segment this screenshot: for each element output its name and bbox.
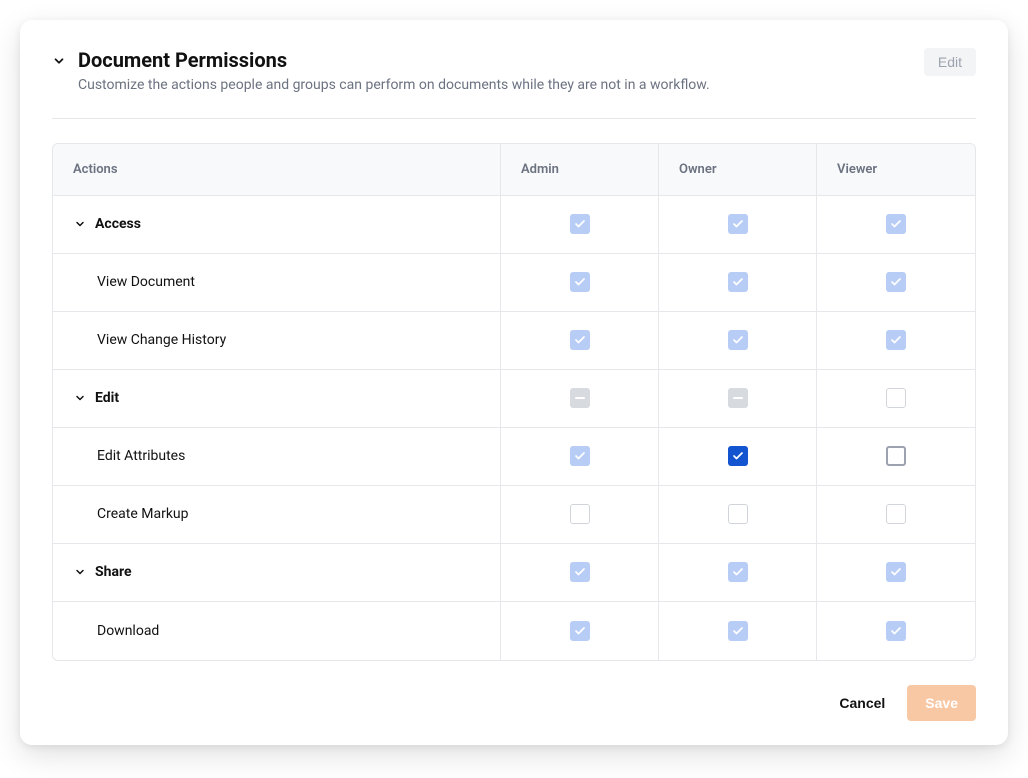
permission-label: View Change History	[53, 312, 501, 369]
checkbox-admin-share[interactable]	[570, 562, 590, 582]
group-row-edit: Edit	[53, 370, 975, 428]
cell-role	[501, 602, 659, 660]
cell-role	[817, 312, 975, 369]
cell-role	[659, 602, 817, 660]
group-label: Share	[53, 544, 501, 601]
cell-role	[659, 544, 817, 601]
checkbox-viewer-download[interactable]	[886, 621, 906, 641]
checkbox-owner-view-document[interactable]	[728, 272, 748, 292]
permission-row-view-change-history: View Change History	[53, 312, 975, 370]
group-label: Access	[53, 196, 501, 253]
cell-role	[817, 370, 975, 427]
cell-role	[659, 196, 817, 253]
permission-label: Create Markup	[53, 486, 501, 543]
column-header-actions: Actions	[53, 144, 501, 195]
permission-row-download: Download	[53, 602, 975, 660]
permission-row-create-markup: Create Markup	[53, 486, 975, 544]
edit-button[interactable]: Edit	[924, 48, 976, 76]
permissions-panel: Document Permissions Customize the actio…	[20, 20, 1008, 745]
cell-role	[817, 544, 975, 601]
permissions-table: Actions Admin Owner Viewer Access View Do…	[52, 143, 976, 661]
cell-role	[659, 370, 817, 427]
checkbox-owner-download[interactable]	[728, 621, 748, 641]
permission-label: Download	[53, 602, 501, 660]
cell-role	[817, 254, 975, 311]
checkbox-admin-download[interactable]	[570, 621, 590, 641]
group-label-text: Share	[95, 564, 132, 580]
chevron-down-icon[interactable]	[73, 217, 87, 231]
page-subtitle: Customize the actions people and groups …	[78, 76, 710, 96]
cell-role	[659, 428, 817, 485]
checkbox-owner-edit[interactable]	[728, 388, 748, 408]
permission-label-text: Download	[97, 623, 159, 639]
chevron-down-icon[interactable]	[73, 391, 87, 405]
table-body: Access View Document View Change History Ed…	[53, 196, 975, 660]
checkbox-owner-share[interactable]	[728, 562, 748, 582]
column-header-admin: Admin	[501, 144, 659, 195]
checkbox-admin-view-document[interactable]	[570, 272, 590, 292]
chevron-down-icon[interactable]	[73, 565, 87, 579]
checkbox-owner-edit-attributes[interactable]	[728, 446, 748, 466]
permission-label-text: Create Markup	[97, 506, 189, 522]
permission-row-edit-attributes: Edit Attributes	[53, 428, 975, 486]
checkbox-admin-edit[interactable]	[570, 388, 590, 408]
group-label-text: Edit	[95, 390, 119, 406]
cell-role	[501, 486, 659, 543]
permission-label-text: View Change History	[97, 332, 226, 348]
checkbox-viewer-view-document[interactable]	[886, 272, 906, 292]
checkbox-viewer-share[interactable]	[886, 562, 906, 582]
checkbox-admin-edit-attributes[interactable]	[570, 446, 590, 466]
column-header-owner: Owner	[659, 144, 817, 195]
save-button[interactable]: Save	[907, 685, 976, 721]
checkbox-owner-view-change-history[interactable]	[728, 330, 748, 350]
permission-label: View Document	[53, 254, 501, 311]
cell-role	[817, 428, 975, 485]
collapse-panel-toggle[interactable]	[52, 54, 66, 68]
panel-header: Document Permissions Customize the actio…	[52, 48, 976, 96]
header-divider	[52, 118, 976, 119]
cell-role	[501, 312, 659, 369]
cell-role	[817, 486, 975, 543]
checkbox-viewer-access[interactable]	[886, 214, 906, 234]
checkbox-viewer-edit-attributes[interactable]	[886, 446, 906, 466]
permission-label-text: View Document	[97, 274, 195, 290]
permission-row-view-document: View Document	[53, 254, 975, 312]
page-title: Document Permissions	[78, 48, 710, 72]
checkbox-admin-access[interactable]	[570, 214, 590, 234]
cell-role	[817, 196, 975, 253]
cell-role	[501, 370, 659, 427]
panel-footer: Cancel Save	[52, 685, 976, 721]
cell-role	[659, 254, 817, 311]
permission-label: Edit Attributes	[53, 428, 501, 485]
cell-role	[501, 254, 659, 311]
cell-role	[659, 486, 817, 543]
cell-role	[501, 428, 659, 485]
checkbox-viewer-view-change-history[interactable]	[886, 330, 906, 350]
header-left: Document Permissions Customize the actio…	[52, 48, 710, 96]
group-row-access: Access	[53, 196, 975, 254]
checkbox-admin-create-markup[interactable]	[570, 504, 590, 524]
cancel-button[interactable]: Cancel	[839, 695, 885, 711]
checkbox-owner-access[interactable]	[728, 214, 748, 234]
checkbox-viewer-create-markup[interactable]	[886, 504, 906, 524]
table-header-row: Actions Admin Owner Viewer	[53, 144, 975, 196]
checkbox-viewer-edit[interactable]	[886, 388, 906, 408]
group-label-text: Access	[95, 216, 141, 232]
cell-role	[659, 312, 817, 369]
checkbox-admin-view-change-history[interactable]	[570, 330, 590, 350]
cell-role	[817, 602, 975, 660]
permission-label-text: Edit Attributes	[97, 448, 185, 464]
group-label: Edit	[53, 370, 501, 427]
column-header-viewer: Viewer	[817, 144, 975, 195]
cell-role	[501, 544, 659, 601]
cell-role	[501, 196, 659, 253]
checkbox-owner-create-markup[interactable]	[728, 504, 748, 524]
group-row-share: Share	[53, 544, 975, 602]
